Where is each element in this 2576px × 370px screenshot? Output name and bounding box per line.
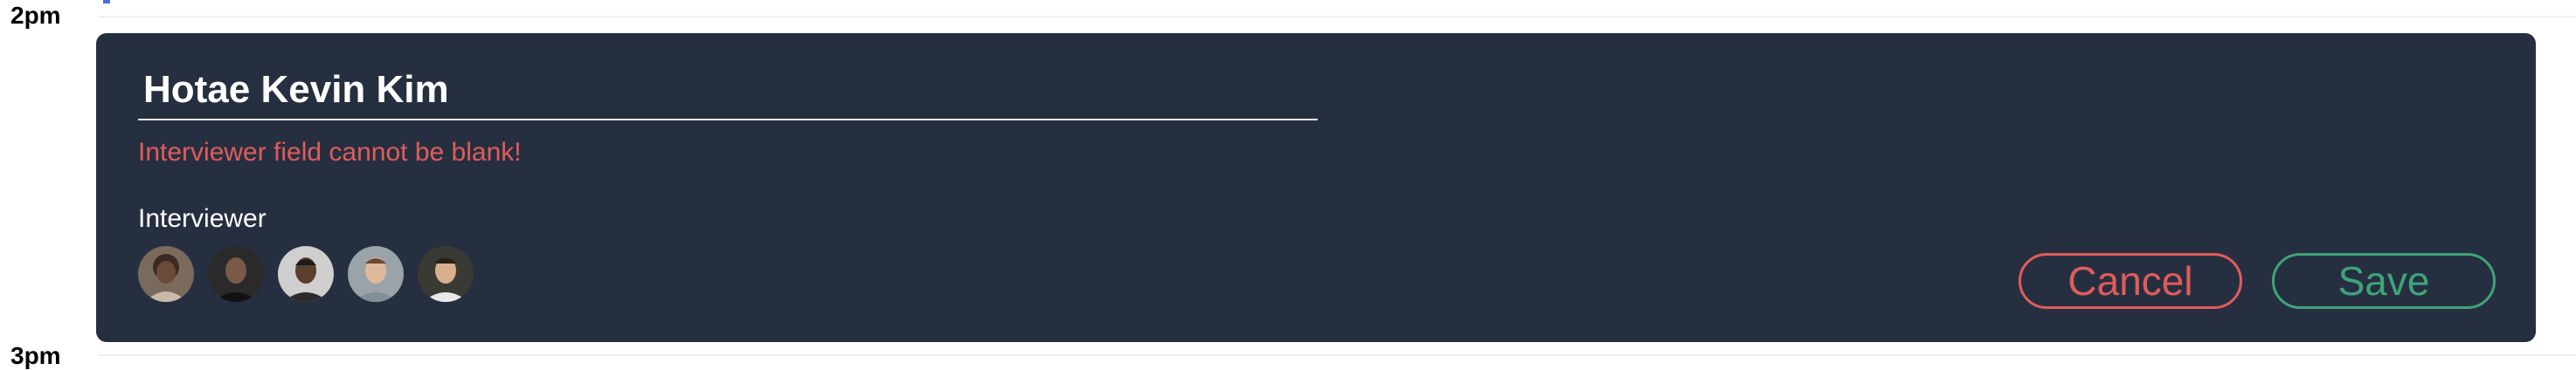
time-label-2pm: 2pm <box>10 2 61 29</box>
interviewer-avatar[interactable] <box>208 246 264 302</box>
hour-divider-2pm <box>98 16 2576 17</box>
hour-divider-3pm <box>98 354 2576 356</box>
interviewer-avatar[interactable] <box>138 246 194 302</box>
interviewer-avatar[interactable] <box>278 246 334 302</box>
candidate-name-input[interactable] <box>138 65 1318 120</box>
interviewer-label: Interviewer <box>138 204 267 233</box>
event-edit-card: Interviewer field cannot be blank! Inter… <box>96 33 2536 342</box>
save-button[interactable]: Save <box>2272 253 2496 309</box>
previous-event-edge <box>103 0 110 3</box>
time-label-3pm: 3pm <box>10 342 61 369</box>
interviewer-error-message: Interviewer field cannot be blank! <box>138 138 522 167</box>
cancel-button[interactable]: Cancel <box>2019 253 2242 309</box>
interviewer-avatar-list <box>138 246 474 302</box>
interviewer-avatar[interactable] <box>348 246 404 302</box>
interviewer-avatar[interactable] <box>418 246 474 302</box>
